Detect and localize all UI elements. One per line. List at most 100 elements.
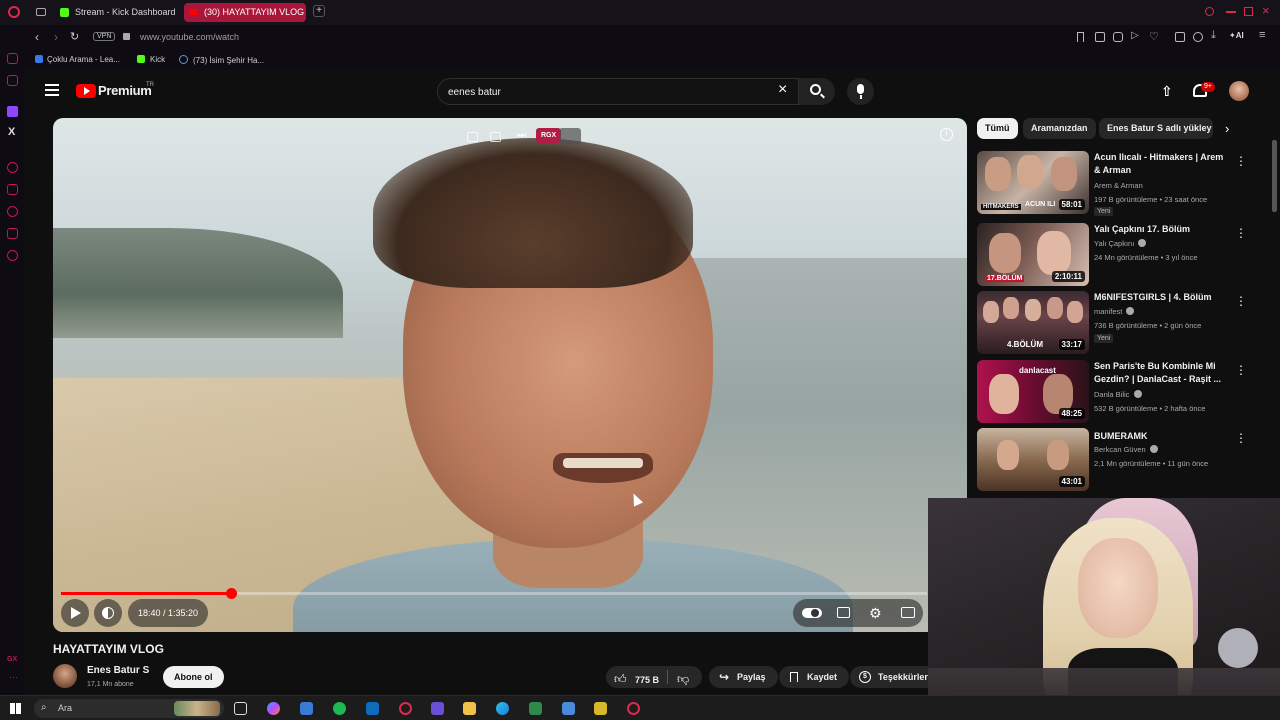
maximize-button[interactable] bbox=[1244, 7, 1253, 16]
edge-icon[interactable] bbox=[496, 702, 509, 715]
channel-name[interactable]: Berkcan Güven bbox=[1094, 445, 1158, 454]
list-item[interactable]: 17.BÖLÜM 2:10:11 Yalı Çapkını 17. Bölüm … bbox=[977, 223, 1267, 287]
taskbar-search-box[interactable]: ⌕ Ara bbox=[34, 699, 224, 718]
video-title[interactable]: M6NIFESTGIRLS | 4. Bölüm bbox=[1094, 291, 1224, 304]
next-video-icon[interactable]: ⏭ bbox=[517, 130, 526, 141]
more-options-icon[interactable]: ⋮ bbox=[1235, 363, 1247, 377]
tab-youtube-video[interactable]: (30) HAYATTAYIM VLOG - bbox=[184, 3, 306, 22]
app-blue-icon[interactable] bbox=[562, 702, 575, 715]
tab-overview-icon[interactable] bbox=[36, 8, 46, 16]
info-icon[interactable]: i bbox=[940, 128, 953, 141]
store-icon[interactable] bbox=[300, 702, 313, 715]
channel-name[interactable]: Arem & Arman bbox=[1094, 181, 1143, 190]
list-item[interactable]: 43:01 BUMERAMK Berkcan Güven 2,1 Mn görü… bbox=[977, 428, 1267, 492]
progress-scrubber[interactable] bbox=[225, 588, 237, 599]
hamburger-menu-icon[interactable] bbox=[45, 84, 59, 96]
list-item[interactable]: HITMAKERS ACUN ILICALI 58:01 Acun Ilıcal… bbox=[977, 151, 1267, 216]
video-player[interactable]: ⏭ RGX i 18:40 / 1:35:20 ⚙ bbox=[53, 118, 967, 632]
app-gx-icon[interactable] bbox=[627, 702, 640, 715]
share-button[interactable]: ↪ Paylaş bbox=[709, 666, 778, 688]
forward-icon[interactable]: › bbox=[54, 30, 58, 44]
flow-icon[interactable] bbox=[7, 228, 18, 239]
channel-name[interactable]: Danla Bilic bbox=[1094, 390, 1142, 399]
reload-icon[interactable]: ↻ bbox=[70, 30, 79, 43]
chip-from-search[interactable]: Aramanızdan bbox=[1023, 118, 1096, 139]
like-button[interactable]: 👍︎ 775 B bbox=[614, 670, 659, 688]
bookmark-icon[interactable] bbox=[1077, 32, 1084, 42]
app-green-icon[interactable] bbox=[529, 702, 542, 715]
history-icon[interactable] bbox=[7, 206, 18, 217]
volume-button[interactable] bbox=[94, 599, 122, 627]
extensions-icon[interactable] bbox=[1175, 32, 1185, 42]
channel-name[interactable]: manifest bbox=[1094, 307, 1135, 316]
miniplayer-icon[interactable] bbox=[467, 132, 478, 142]
channel-name[interactable]: Enes Batur S bbox=[87, 665, 149, 676]
twitch-icon[interactable] bbox=[7, 106, 18, 117]
gx-icon[interactable]: GX bbox=[7, 656, 17, 663]
obs-icon[interactable] bbox=[431, 702, 444, 715]
bookmark-item[interactable]: (73) İsim Şehir Ha... bbox=[179, 55, 264, 65]
tiktok-icon[interactable] bbox=[7, 162, 18, 173]
lock-icon[interactable] bbox=[123, 33, 130, 40]
task-view-icon[interactable] bbox=[234, 702, 247, 715]
overlay-badge[interactable]: RGX bbox=[536, 128, 562, 143]
search-box[interactable]: × bbox=[437, 78, 799, 105]
settings-gear-icon[interactable]: ⚙ bbox=[869, 605, 882, 622]
autoplay-toggle[interactable] bbox=[802, 608, 822, 618]
app-yellow-icon[interactable] bbox=[594, 702, 607, 715]
thanks-button[interactable]: $ Teşekkürler bbox=[850, 666, 938, 688]
search-button[interactable] bbox=[799, 78, 835, 105]
menu-icon[interactable]: ≡ bbox=[1259, 29, 1265, 41]
list-item[interactable]: danlacast 48:25 Sen Paris'te Bu Kombinle… bbox=[977, 360, 1267, 424]
channel-name[interactable]: Yalı Çapkını bbox=[1094, 239, 1147, 248]
sidebar-scrollbar[interactable] bbox=[1272, 140, 1277, 212]
search-input[interactable] bbox=[448, 84, 768, 100]
voice-search-button[interactable] bbox=[847, 78, 874, 105]
copilot-icon[interactable] bbox=[267, 702, 280, 715]
upload-icon[interactable]: ⇧ bbox=[1161, 83, 1173, 100]
chips-next-icon[interactable]: › bbox=[1225, 121, 1229, 136]
video-title[interactable]: Yalı Çapkını 17. Bölüm bbox=[1094, 223, 1224, 236]
new-tab-button[interactable]: + bbox=[313, 5, 325, 17]
chip-uploader[interactable]: Enes Batur S adlı yükley bbox=[1099, 118, 1213, 139]
close-window-button[interactable]: × bbox=[1262, 3, 1270, 18]
search-tabs-icon[interactable] bbox=[1205, 7, 1214, 16]
download-icon[interactable]: ⤓ bbox=[1211, 29, 1216, 42]
video-title[interactable]: BUMERAMK bbox=[1094, 430, 1224, 443]
heart-icon[interactable]: ♡ bbox=[1149, 30, 1159, 43]
dislike-button[interactable]: 👎︎ bbox=[677, 670, 689, 688]
theater-mode-icon[interactable] bbox=[901, 607, 915, 618]
progress-track[interactable] bbox=[61, 588, 927, 599]
minimize-button[interactable] bbox=[1226, 11, 1236, 13]
spotify-icon[interactable] bbox=[333, 702, 346, 715]
video-thumbnail[interactable]: 4.BÖLÜM 33:17 bbox=[977, 291, 1089, 354]
player-icon[interactable]: ▷ bbox=[1131, 30, 1139, 41]
ai-button[interactable]: ✦AI bbox=[1229, 31, 1244, 40]
video-title[interactable]: Acun Ilıcalı - Hitmakers | Arem & Arman bbox=[1094, 151, 1224, 177]
windows-start-icon[interactable] bbox=[10, 703, 21, 714]
file-explorer-icon[interactable] bbox=[463, 702, 476, 715]
vpn-badge[interactable]: VPN bbox=[93, 32, 116, 41]
video-title[interactable]: Sen Paris'te Bu Kombinle Mi Gezdin? | Da… bbox=[1094, 360, 1224, 386]
subtitles-icon[interactable] bbox=[837, 607, 850, 618]
messenger-icon[interactable] bbox=[7, 53, 18, 64]
cast-icon[interactable] bbox=[490, 132, 501, 142]
clear-search-icon[interactable]: × bbox=[778, 81, 787, 99]
list-item[interactable]: 4.BÖLÜM 33:17 M6NIFESTGIRLS | 4. Bölüm m… bbox=[977, 291, 1267, 355]
channel-avatar[interactable] bbox=[53, 664, 77, 688]
bookmark-item[interactable]: Kick bbox=[137, 55, 165, 64]
instagram-icon[interactable] bbox=[7, 75, 18, 86]
theater-overlay-icon[interactable] bbox=[559, 128, 581, 144]
pinboard-icon[interactable] bbox=[7, 184, 18, 195]
chip-all[interactable]: Tümü bbox=[977, 118, 1018, 139]
subscribe-button[interactable]: Abone ol bbox=[163, 666, 224, 688]
more-options-icon[interactable]: ⋮ bbox=[1235, 294, 1247, 308]
more-options-icon[interactable]: ⋮ bbox=[1235, 431, 1247, 445]
tab-kick-dashboard[interactable]: Stream - Kick Dashboard bbox=[55, 3, 180, 22]
play-button[interactable] bbox=[61, 599, 89, 627]
outlook-icon[interactable] bbox=[366, 702, 379, 715]
url-field[interactable]: www.youtube.com/watch bbox=[140, 32, 239, 42]
more-options-icon[interactable]: ⋮ bbox=[1235, 154, 1247, 168]
video-thumbnail[interactable]: 43:01 bbox=[977, 428, 1089, 491]
snapshot-icon[interactable] bbox=[1095, 32, 1105, 42]
